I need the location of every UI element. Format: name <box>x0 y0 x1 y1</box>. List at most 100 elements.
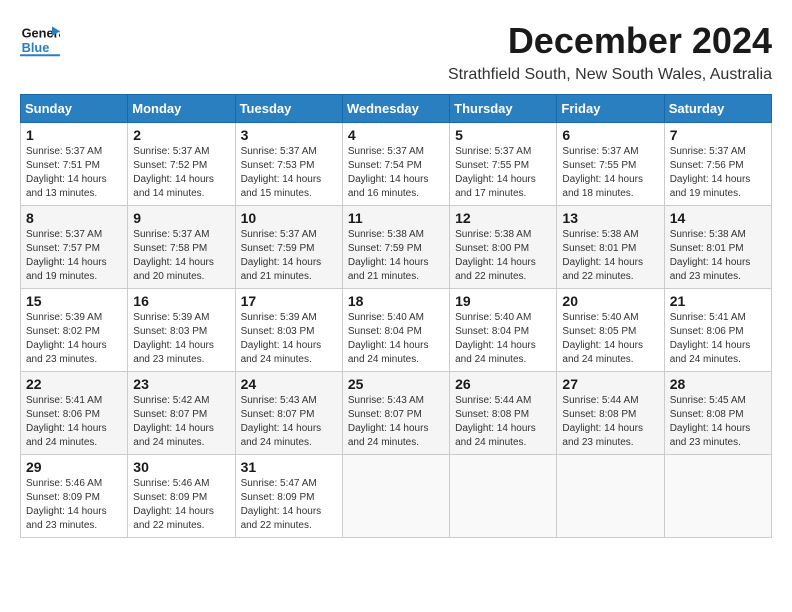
day-info: Sunrise: 5:46 AMSunset: 8:09 PMDaylight:… <box>133 477 229 533</box>
table-row: 26Sunrise: 5:44 AMSunset: 8:08 PMDayligh… <box>450 372 557 455</box>
table-row <box>450 455 557 538</box>
table-row <box>664 455 771 538</box>
title-section: December 2024 Strathfield South, New Sou… <box>448 20 772 84</box>
day-info: Sunrise: 5:40 AMSunset: 8:04 PMDaylight:… <box>455 311 551 367</box>
calendar-header-row: Sunday Monday Tuesday Wednesday Thursday… <box>21 95 772 123</box>
day-info: Sunrise: 5:37 AMSunset: 7:55 PMDaylight:… <box>455 145 551 201</box>
table-row: 29Sunrise: 5:46 AMSunset: 8:09 PMDayligh… <box>21 455 128 538</box>
table-row: 23Sunrise: 5:42 AMSunset: 8:07 PMDayligh… <box>128 372 235 455</box>
table-row: 24Sunrise: 5:43 AMSunset: 8:07 PMDayligh… <box>235 372 342 455</box>
day-info: Sunrise: 5:41 AMSunset: 8:06 PMDaylight:… <box>670 311 766 367</box>
day-number: 15 <box>26 293 122 309</box>
day-info: Sunrise: 5:38 AMSunset: 8:01 PMDaylight:… <box>562 228 658 284</box>
day-number: 6 <box>562 127 658 143</box>
col-monday: Monday <box>128 95 235 123</box>
table-row: 3 Sunrise: 5:37 AMSunset: 7:53 PMDaylight… <box>235 123 342 206</box>
table-row: 17Sunrise: 5:39 AMSunset: 8:03 PMDayligh… <box>235 289 342 372</box>
logo: General Blue <box>20 20 64 60</box>
day-number: 28 <box>670 376 766 392</box>
day-info: Sunrise: 5:37 AMSunset: 7:53 PMDaylight:… <box>241 145 337 201</box>
day-info: Sunrise: 5:40 AMSunset: 8:05 PMDaylight:… <box>562 311 658 367</box>
calendar-week-row: 22Sunrise: 5:41 AMSunset: 8:06 PMDayligh… <box>21 372 772 455</box>
day-info: Sunrise: 5:37 AMSunset: 7:56 PMDaylight:… <box>670 145 766 201</box>
day-info: Sunrise: 5:39 AMSunset: 8:02 PMDaylight:… <box>26 311 122 367</box>
day-info: Sunrise: 5:37 AMSunset: 7:54 PMDaylight:… <box>348 145 444 201</box>
day-number: 8 <box>26 210 122 226</box>
calendar-week-row: 29Sunrise: 5:46 AMSunset: 8:09 PMDayligh… <box>21 455 772 538</box>
col-wednesday: Wednesday <box>342 95 449 123</box>
day-info: Sunrise: 5:46 AMSunset: 8:09 PMDaylight:… <box>26 477 122 533</box>
table-row: 27Sunrise: 5:44 AMSunset: 8:08 PMDayligh… <box>557 372 664 455</box>
day-number: 16 <box>133 293 229 309</box>
day-info: Sunrise: 5:38 AMSunset: 8:01 PMDaylight:… <box>670 228 766 284</box>
calendar-week-row: 1 Sunrise: 5:37 AMSunset: 7:51 PMDaylight… <box>21 123 772 206</box>
day-info: Sunrise: 5:37 AMSunset: 7:59 PMDaylight:… <box>241 228 337 284</box>
day-number: 12 <box>455 210 551 226</box>
table-row: 30 Sunrise: 5:46 AMSunset: 8:09 PMDayligh… <box>128 455 235 538</box>
day-info: Sunrise: 5:45 AMSunset: 8:08 PMDaylight:… <box>670 394 766 450</box>
table-row: 22Sunrise: 5:41 AMSunset: 8:06 PMDayligh… <box>21 372 128 455</box>
day-number: 1 <box>26 127 122 143</box>
day-info: Sunrise: 5:41 AMSunset: 8:06 PMDaylight:… <box>26 394 122 450</box>
day-number: 20 <box>562 293 658 309</box>
day-info: Sunrise: 5:40 AMSunset: 8:04 PMDaylight:… <box>348 311 444 367</box>
day-number: 11 <box>348 210 444 226</box>
day-number: 24 <box>241 376 337 392</box>
day-info: Sunrise: 5:44 AMSunset: 8:08 PMDaylight:… <box>562 394 658 450</box>
table-row: 2 Sunrise: 5:37 AMSunset: 7:52 PMDaylight… <box>128 123 235 206</box>
day-info: Sunrise: 5:39 AMSunset: 8:03 PMDaylight:… <box>133 311 229 367</box>
day-number: 13 <box>562 210 658 226</box>
day-number: 18 <box>348 293 444 309</box>
col-tuesday: Tuesday <box>235 95 342 123</box>
table-row: 7Sunrise: 5:37 AMSunset: 7:56 PMDaylight… <box>664 123 771 206</box>
day-number: 10 <box>241 210 337 226</box>
day-info: Sunrise: 5:39 AMSunset: 8:03 PMDaylight:… <box>241 311 337 367</box>
day-number: 25 <box>348 376 444 392</box>
calendar-week-row: 8 Sunrise: 5:37 AMSunset: 7:57 PMDaylight… <box>21 206 772 289</box>
table-row <box>342 455 449 538</box>
table-row: 25 Sunrise: 5:43 AMSunset: 8:07 PMDayligh… <box>342 372 449 455</box>
table-row: 10 Sunrise: 5:37 AMSunset: 7:59 PMDayligh… <box>235 206 342 289</box>
day-number: 30 <box>133 459 229 475</box>
day-info: Sunrise: 5:42 AMSunset: 8:07 PMDaylight:… <box>133 394 229 450</box>
day-info: Sunrise: 5:37 AMSunset: 7:58 PMDaylight:… <box>133 228 229 284</box>
day-info: Sunrise: 5:38 AMSunset: 7:59 PMDaylight:… <box>348 228 444 284</box>
calendar-table: Sunday Monday Tuesday Wednesday Thursday… <box>20 94 772 538</box>
col-sunday: Sunday <box>21 95 128 123</box>
day-info: Sunrise: 5:37 AMSunset: 7:52 PMDaylight:… <box>133 145 229 201</box>
table-row: 8 Sunrise: 5:37 AMSunset: 7:57 PMDaylight… <box>21 206 128 289</box>
day-number: 31 <box>241 459 337 475</box>
table-row: 5 Sunrise: 5:37 AMSunset: 7:55 PMDaylight… <box>450 123 557 206</box>
col-thursday: Thursday <box>450 95 557 123</box>
table-row: 4 Sunrise: 5:37 AMSunset: 7:54 PMDaylight… <box>342 123 449 206</box>
table-row: 6 Sunrise: 5:37 AMSunset: 7:55 PMDaylight… <box>557 123 664 206</box>
table-row: 31Sunrise: 5:47 AMSunset: 8:09 PMDayligh… <box>235 455 342 538</box>
day-number: 14 <box>670 210 766 226</box>
day-number: 4 <box>348 127 444 143</box>
table-row: 11 Sunrise: 5:38 AMSunset: 7:59 PMDayligh… <box>342 206 449 289</box>
col-friday: Friday <box>557 95 664 123</box>
table-row: 15 Sunrise: 5:39 AMSunset: 8:02 PMDayligh… <box>21 289 128 372</box>
day-info: Sunrise: 5:37 AMSunset: 7:55 PMDaylight:… <box>562 145 658 201</box>
subtitle: Strathfield South, New South Wales, Aust… <box>448 66 772 84</box>
logo-icon: General Blue <box>20 20 60 60</box>
table-row <box>557 455 664 538</box>
day-number: 2 <box>133 127 229 143</box>
day-info: Sunrise: 5:44 AMSunset: 8:08 PMDaylight:… <box>455 394 551 450</box>
day-number: 9 <box>133 210 229 226</box>
table-row: 20 Sunrise: 5:40 AMSunset: 8:05 PMDayligh… <box>557 289 664 372</box>
day-number: 3 <box>241 127 337 143</box>
table-row: 13 Sunrise: 5:38 AMSunset: 8:01 PMDayligh… <box>557 206 664 289</box>
day-info: Sunrise: 5:43 AMSunset: 8:07 PMDaylight:… <box>348 394 444 450</box>
day-info: Sunrise: 5:37 AMSunset: 7:51 PMDaylight:… <box>26 145 122 201</box>
col-saturday: Saturday <box>664 95 771 123</box>
table-row: 16 Sunrise: 5:39 AMSunset: 8:03 PMDayligh… <box>128 289 235 372</box>
table-row: 21Sunrise: 5:41 AMSunset: 8:06 PMDayligh… <box>664 289 771 372</box>
day-number: 5 <box>455 127 551 143</box>
day-info: Sunrise: 5:37 AMSunset: 7:57 PMDaylight:… <box>26 228 122 284</box>
table-row: 1 Sunrise: 5:37 AMSunset: 7:51 PMDaylight… <box>21 123 128 206</box>
main-title: December 2024 <box>448 20 772 62</box>
page-header: General Blue December 2024 Strathfield S… <box>20 20 772 84</box>
table-row: 18 Sunrise: 5:40 AMSunset: 8:04 PMDayligh… <box>342 289 449 372</box>
table-row: 9 Sunrise: 5:37 AMSunset: 7:58 PMDaylight… <box>128 206 235 289</box>
